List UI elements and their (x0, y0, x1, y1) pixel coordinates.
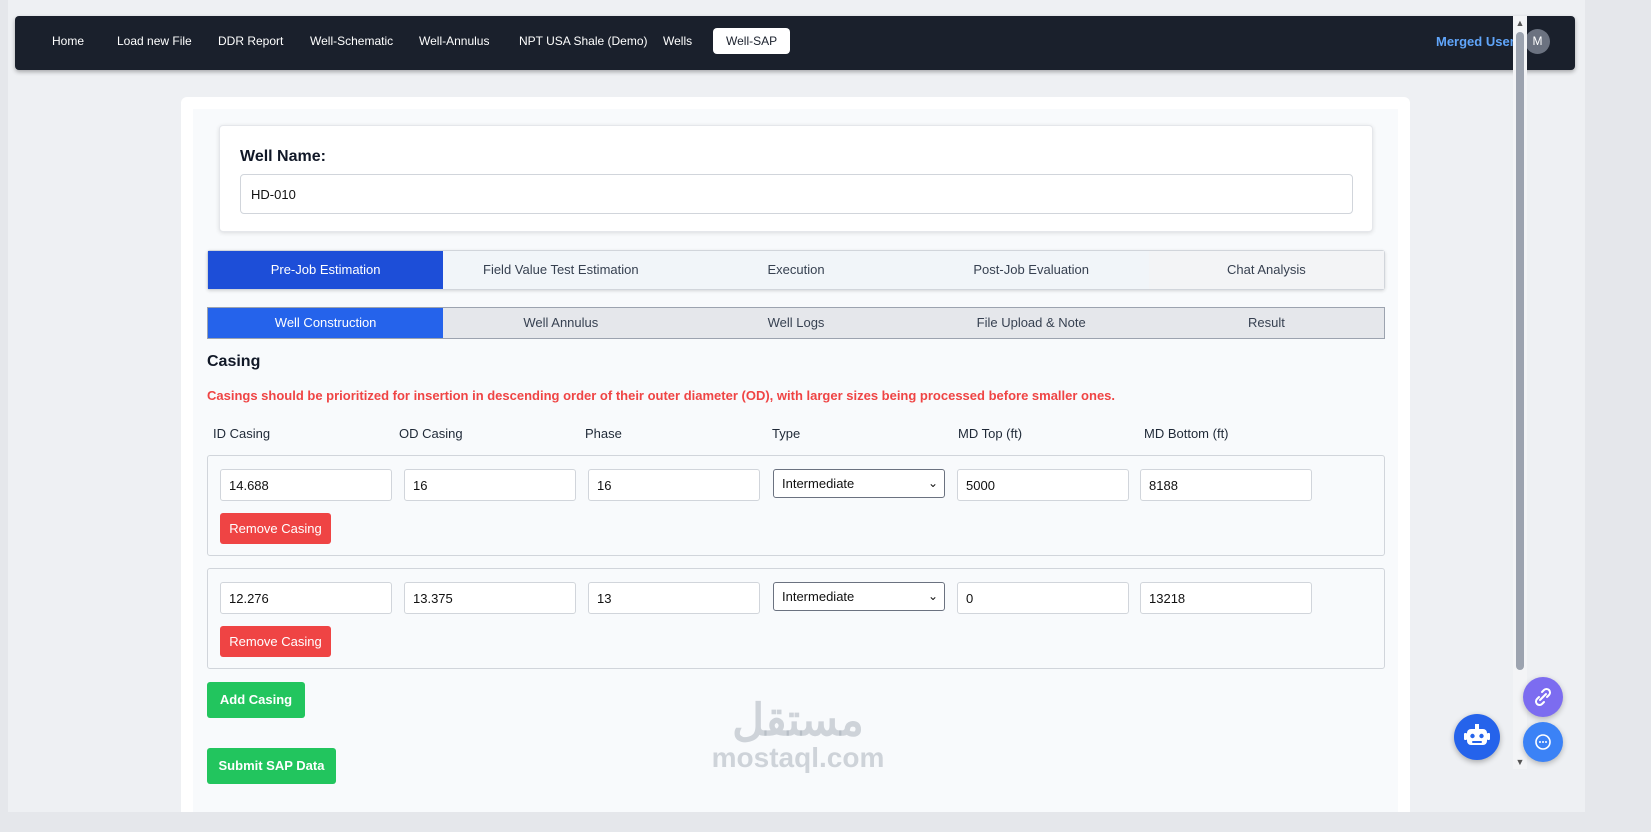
user-menu[interactable]: Merged User (1436, 30, 1515, 54)
app-viewport: Home Load new File DDR Report Well-Schem… (8, 0, 1585, 812)
md-bottom-input[interactable] (1140, 469, 1312, 501)
tab-post-job-evaluation[interactable]: Post-Job Evaluation (914, 251, 1149, 289)
sub-tabs: Well Construction Well Annulus Well Logs… (207, 307, 1385, 339)
nav-load-new-file[interactable]: Load new File (104, 28, 205, 54)
watermark-latin-text: mostaql.com (711, 742, 885, 773)
top-navbar: Home Load new File DDR Report Well-Schem… (15, 16, 1575, 70)
nav-home[interactable]: Home (39, 28, 97, 54)
md-bottom-input[interactable] (1140, 582, 1312, 614)
casing-row: Intermediate ⌄ Remove Casing (207, 568, 1385, 669)
nav-wells[interactable]: Wells (650, 28, 705, 54)
remove-casing-button[interactable]: Remove Casing (220, 513, 331, 544)
avatar[interactable]: M (1525, 29, 1550, 54)
nav-well-sap[interactable]: Well-SAP (713, 28, 791, 54)
well-name-label: Well Name: (240, 148, 326, 165)
well-name-box: Well Name: (219, 125, 1373, 232)
column-header-type: Type (772, 426, 801, 441)
subtab-file-upload-note[interactable]: File Upload & Note (914, 308, 1149, 338)
md-top-input[interactable] (957, 469, 1129, 501)
watermark-arabic-text: مستقل (732, 696, 864, 745)
id-casing-input[interactable] (220, 469, 392, 501)
od-casing-input[interactable] (404, 582, 576, 614)
scroll-up-arrow-icon[interactable]: ▲ (1513, 16, 1527, 30)
column-header-md-bottom: MD Bottom (ft) (1144, 426, 1229, 441)
chevron-down-icon: ⌄ (927, 476, 938, 490)
od-casing-input[interactable] (404, 469, 576, 501)
nav-well-annulus[interactable]: Well-Annulus (406, 28, 502, 54)
add-casing-button[interactable]: Add Casing (207, 682, 305, 718)
md-top-input[interactable] (957, 582, 1129, 614)
casing-section-title: Casing (207, 353, 261, 370)
casing-warning-text: Casings should be prioritized for insert… (207, 388, 1116, 403)
column-header-phase: Phase (585, 426, 622, 441)
remove-casing-button[interactable]: Remove Casing (220, 626, 331, 657)
subtab-well-construction[interactable]: Well Construction (208, 308, 444, 338)
tab-field-value-test-estimation[interactable]: Field Value Test Estimation (443, 251, 678, 289)
link-floating-button[interactable] (1523, 677, 1563, 717)
chat-floating-button[interactable] (1523, 722, 1563, 762)
robot-icon (1464, 724, 1490, 745)
type-select-value: Intermediate (782, 476, 855, 491)
scrollbar-thumb[interactable] (1516, 32, 1524, 670)
link-icon (1534, 687, 1552, 707)
type-select-value: Intermediate (782, 589, 855, 604)
content-panel: Well Name: Pre-Job Estimation Field Valu… (193, 109, 1398, 812)
well-name-input[interactable] (240, 174, 1353, 214)
type-select[interactable]: Intermediate ⌄ (773, 582, 945, 611)
nav-well-schematic[interactable]: Well-Schematic (297, 28, 406, 54)
chevron-down-icon: ⌄ (927, 589, 938, 603)
column-header-md-top: MD Top (ft) (958, 426, 1023, 441)
tab-chat-analysis[interactable]: Chat Analysis (1148, 251, 1385, 289)
nav-ddr-report[interactable]: DDR Report (205, 28, 296, 54)
subtab-well-logs[interactable]: Well Logs (678, 308, 913, 338)
type-select[interactable]: Intermediate ⌄ (773, 469, 945, 498)
subtab-result[interactable]: Result (1149, 308, 1384, 338)
watermark-logo: مستقل mostaql.com (698, 699, 898, 773)
tab-execution[interactable]: Execution (678, 251, 913, 289)
main-tabs: Pre-Job Estimation Field Value Test Esti… (207, 250, 1385, 290)
chatbot-robot-button[interactable] (1454, 714, 1500, 760)
tab-pre-job-estimation[interactable]: Pre-Job Estimation (208, 251, 444, 289)
chat-bubble-icon (1535, 734, 1551, 750)
nav-npt-usa-shale[interactable]: NPT USA Shale (Demo) (506, 28, 661, 54)
phase-input[interactable] (588, 469, 760, 501)
id-casing-input[interactable] (220, 582, 392, 614)
column-header-id-casing: ID Casing (213, 426, 271, 441)
main-card: Well Name: Pre-Job Estimation Field Valu… (181, 97, 1410, 812)
phase-input[interactable] (588, 582, 760, 614)
submit-sap-data-button[interactable]: Submit SAP Data (207, 748, 336, 784)
subtab-well-annulus[interactable]: Well Annulus (443, 308, 678, 338)
casing-row: Intermediate ⌄ Remove Casing (207, 455, 1385, 556)
column-header-od-casing: OD Casing (399, 426, 463, 441)
